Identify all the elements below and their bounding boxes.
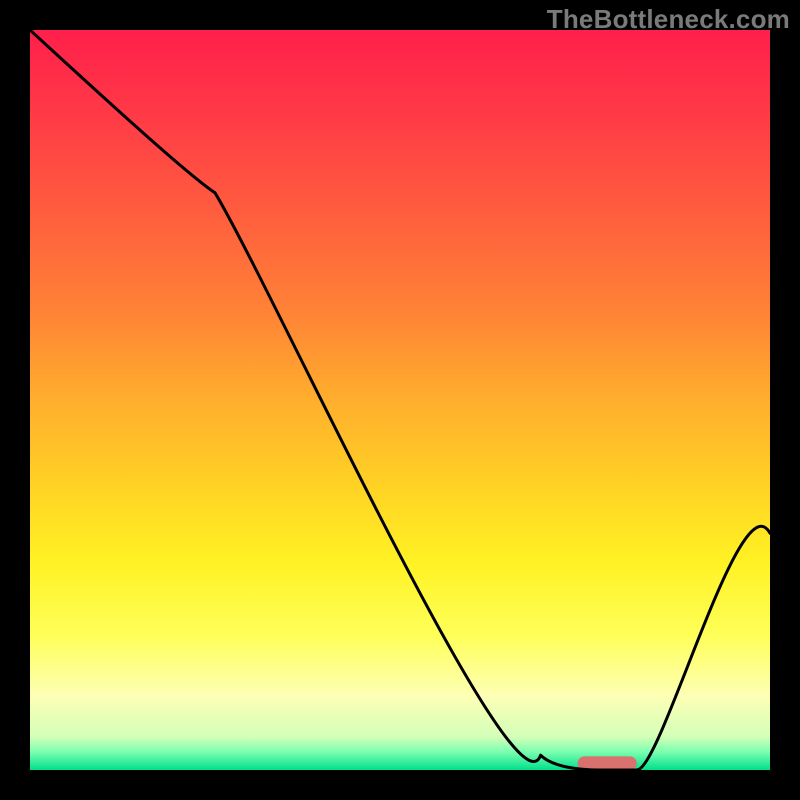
chart-plot-area xyxy=(30,30,770,770)
chart-svg xyxy=(30,30,770,770)
optimal-range-marker xyxy=(578,756,637,770)
gradient-background xyxy=(30,30,770,770)
chart-frame: TheBottleneck.com xyxy=(0,0,800,800)
